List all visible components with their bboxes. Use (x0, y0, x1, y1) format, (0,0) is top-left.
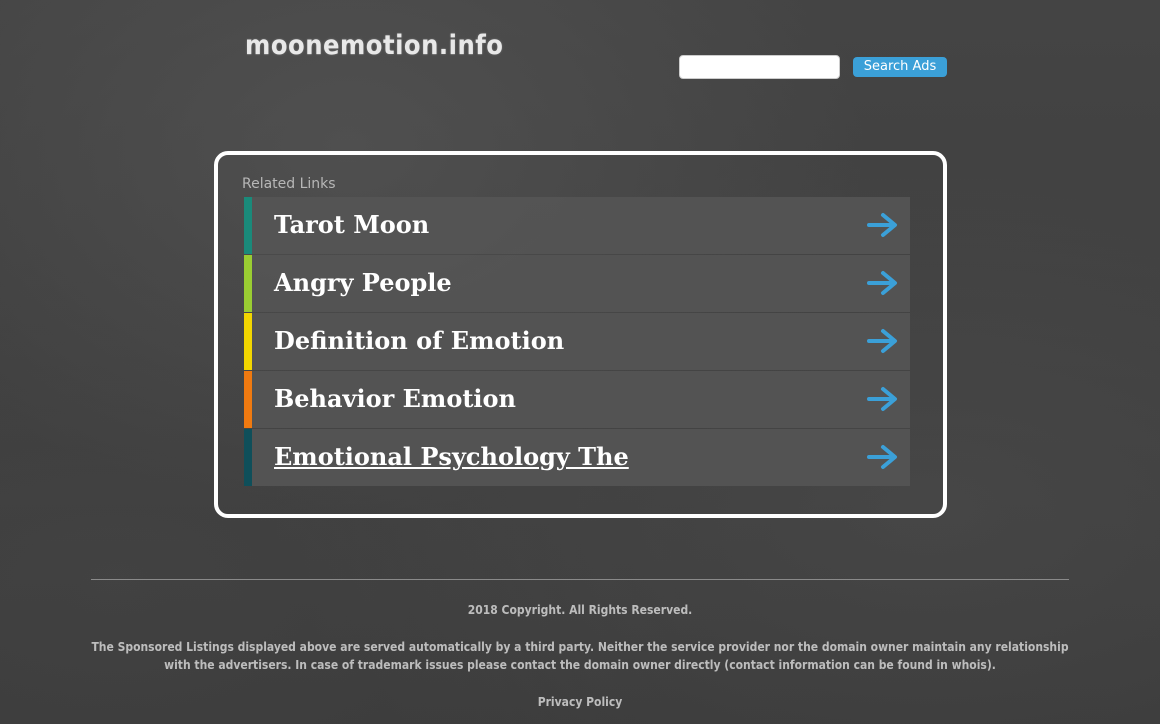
right-arrow-icon (867, 329, 897, 353)
related-link-label: Definition of Emotion (274, 326, 565, 355)
related-link-behavior-emotion[interactable]: Behavior Emotion (244, 371, 910, 428)
related-links-label: Related Links (242, 176, 336, 192)
footer-divider (91, 579, 1069, 580)
footer-disclaimer: The Sponsored Listings displayed above a… (91, 640, 1069, 672)
related-link-label: Tarot Moon (274, 210, 430, 239)
related-link-emotional-psychology-the[interactable]: Emotional Psychology The (244, 429, 910, 486)
right-arrow-icon (867, 213, 897, 237)
related-link-label: Angry People (274, 268, 452, 297)
privacy-policy-link[interactable]: Privacy Policy (91, 693, 1069, 711)
related-link-definition-of-emotion[interactable]: Definition of Emotion (244, 313, 910, 370)
search-input[interactable] (679, 55, 840, 79)
right-arrow-icon (867, 271, 897, 295)
header: moonemotion.info Search Ads (0, 0, 1160, 100)
related-links-list: Tarot Moon Angry People Definition of Em… (244, 197, 910, 487)
related-link-angry-people[interactable]: Angry People (244, 255, 910, 312)
right-arrow-icon (867, 445, 897, 469)
footer-copyright: 2018 Copyright. All Rights Reserved. (467, 603, 693, 617)
site-title[interactable]: moonemotion.info (245, 30, 504, 61)
related-link-tarot-moon[interactable]: Tarot Moon (244, 197, 910, 254)
search-ads-button[interactable]: Search Ads (853, 57, 947, 77)
right-arrow-icon (867, 387, 897, 411)
related-links-box: Related Links Tarot Moon Angry People De… (214, 151, 947, 518)
related-link-label: Behavior Emotion (274, 384, 516, 413)
related-link-label: Emotional Psychology The (274, 442, 629, 471)
